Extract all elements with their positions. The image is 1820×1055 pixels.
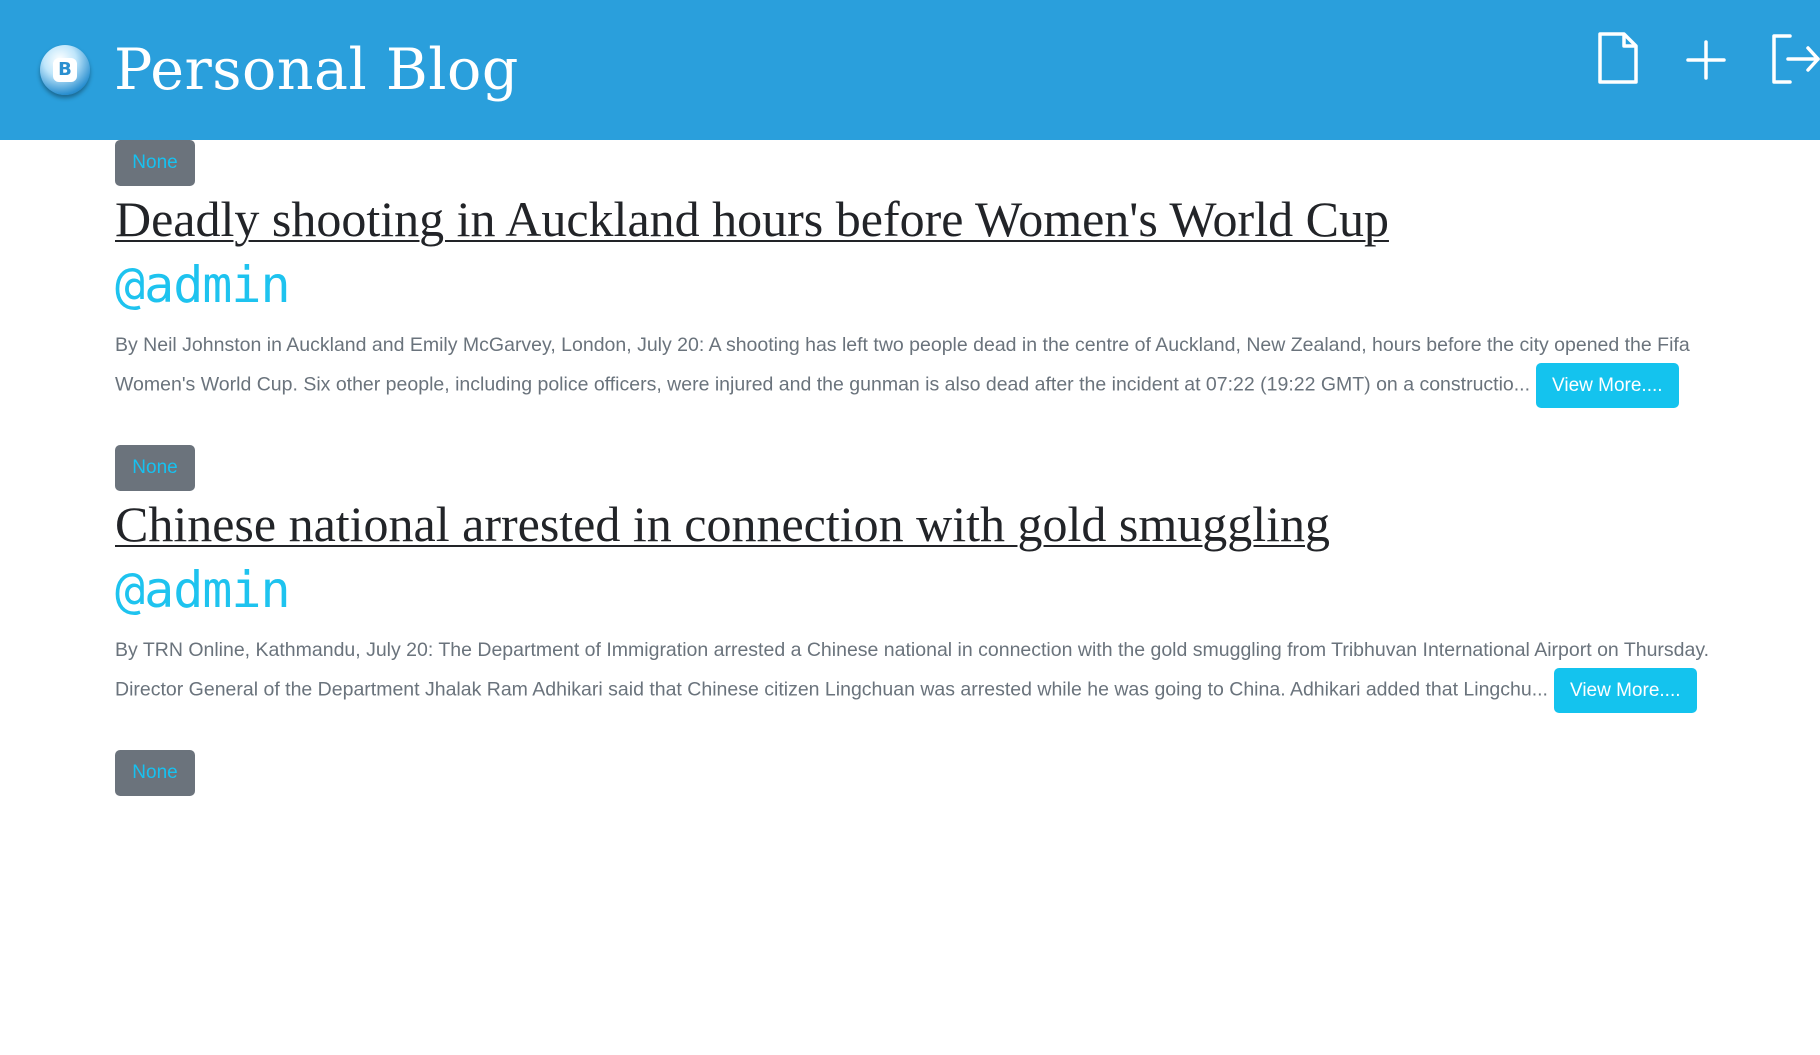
post-author: @admin (115, 256, 291, 314)
post-card: None (115, 750, 1735, 1055)
site-title[interactable]: Personal Blog (114, 37, 519, 103)
post-excerpt-text: By TRN Online, Kathmandu, July 20: The D… (115, 638, 1710, 701)
category-badge[interactable]: None (115, 750, 195, 796)
category-badge[interactable]: None (115, 140, 195, 186)
post-excerpt: By Neil Johnston in Auckland and Emily M… (115, 328, 1740, 408)
post-excerpt: By TRN Online, Kathmandu, July 20: The D… (115, 633, 1740, 713)
post-title-link[interactable]: Chinese national arrested in connection … (115, 497, 1735, 552)
post-card: None Deadly shooting in Auckland hours b… (115, 140, 1735, 445)
view-more-button[interactable]: View More.... (1536, 362, 1679, 408)
logout-icon[interactable] (1768, 30, 1820, 86)
blogger-logo-icon: B (40, 45, 90, 95)
post-feed: None Deadly shooting in Auckland hours b… (115, 140, 1735, 1055)
header-actions (1556, 28, 1820, 88)
logo-letter: B (58, 59, 72, 80)
plus-icon[interactable] (1680, 30, 1732, 86)
post-author: @admin (115, 561, 291, 619)
post-excerpt-text: By Neil Johnston in Auckland and Emily M… (115, 333, 1690, 396)
brand[interactable]: B Personal Blog (40, 30, 519, 110)
document-icon[interactable] (1592, 30, 1644, 86)
top-navbar: B Personal Blog (0, 0, 1820, 140)
view-more-button[interactable]: View More.... (1553, 667, 1697, 713)
post-card: None Chinese national arrested in connec… (115, 445, 1735, 750)
post-title-link[interactable]: Deadly shooting in Auckland hours before… (115, 192, 1735, 247)
category-badge[interactable]: None (115, 445, 195, 491)
